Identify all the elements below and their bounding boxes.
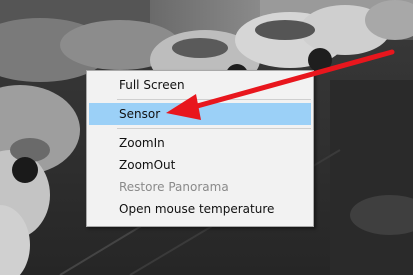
annotation-arrow-icon: [166, 49, 395, 120]
camera-viewport[interactable]: Full Screen Sensor ZoomIn ZoomOut Restor…: [0, 0, 413, 275]
